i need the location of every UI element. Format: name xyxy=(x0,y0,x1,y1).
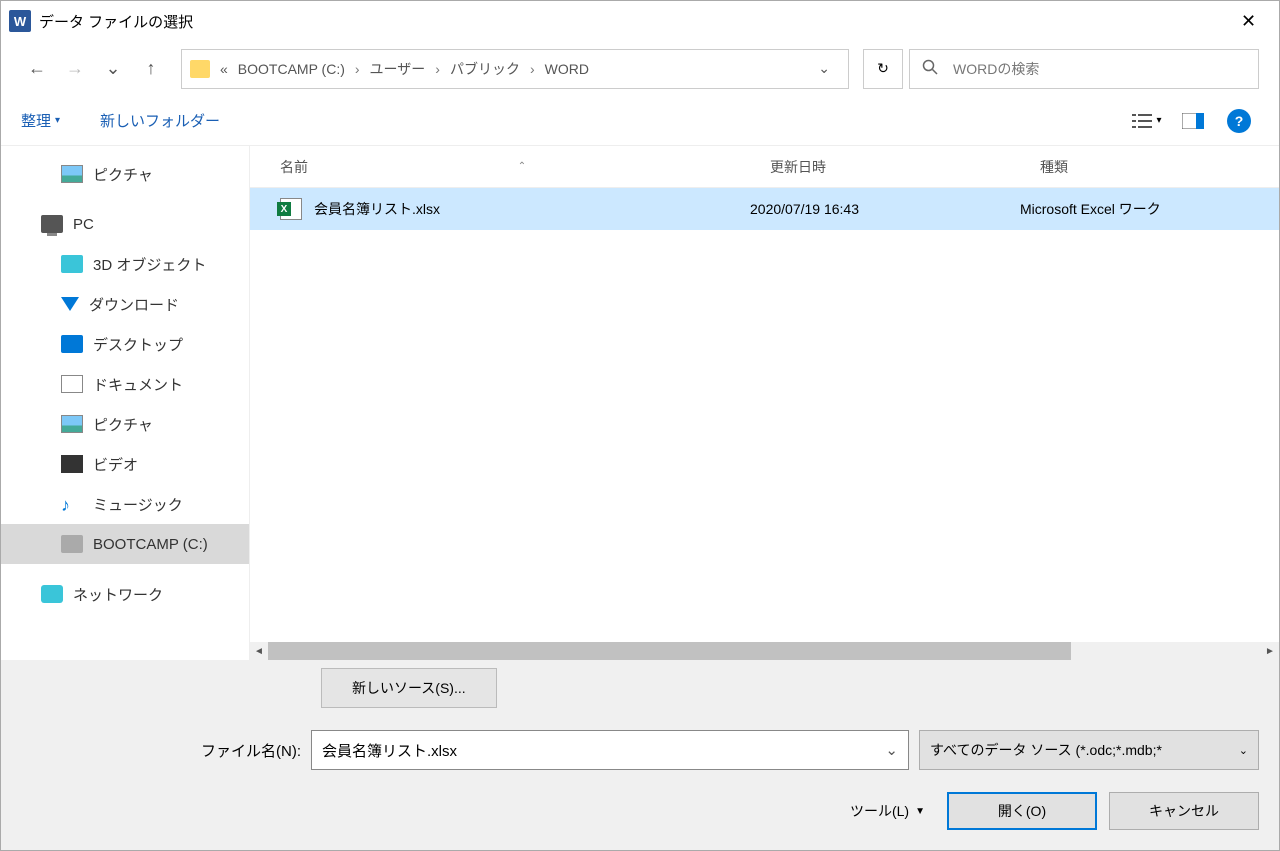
new-folder-button[interactable]: 新しいフォルダー xyxy=(100,110,220,131)
cube-icon xyxy=(61,255,83,273)
breadcrumb-crumb[interactable]: ユーザー xyxy=(370,59,426,79)
search-placeholder: WORDの検索 xyxy=(953,59,1039,79)
drive-icon xyxy=(61,535,83,553)
download-icon xyxy=(61,297,79,311)
main-area: ピクチャ PC 3D オブジェクト ダウンロード デスクトップ ドキュメント ピ… xyxy=(1,146,1279,660)
tools-menu[interactable]: ツール(L)▼ xyxy=(840,801,935,821)
refresh-button[interactable]: ↻ xyxy=(863,49,903,89)
sidebar-item-downloads[interactable]: ダウンロード xyxy=(1,284,249,324)
sidebar-item-pc[interactable]: PC xyxy=(1,204,249,244)
chevron-down-icon: ⌄ xyxy=(1239,744,1248,757)
navbar: ← → ⌄ ↑ « BOOTCAMP (C:) › ユーザー › パブリック ›… xyxy=(1,41,1279,96)
column-header-name[interactable]: 名前⌃ xyxy=(250,157,750,177)
cancel-button[interactable]: キャンセル xyxy=(1109,792,1259,830)
file-list-pane: 名前⌃ 更新日時 種類 会員名簿リスト.xlsx 2020/07/19 16:4… xyxy=(249,146,1279,660)
chevron-down-icon[interactable]: ⌄ xyxy=(885,741,898,759)
sidebar-item-pictures-2[interactable]: ピクチャ xyxy=(1,404,249,444)
video-icon xyxy=(61,455,83,473)
pictures-icon xyxy=(61,165,83,183)
view-options-button[interactable]: ▾ xyxy=(1127,105,1167,137)
pc-icon xyxy=(41,215,63,233)
filename-label: ファイル名(N): xyxy=(201,740,301,761)
file-name: 会員名簿リスト.xlsx xyxy=(314,199,440,219)
file-row[interactable]: 会員名簿リスト.xlsx 2020/07/19 16:43 Microsoft … xyxy=(250,188,1279,230)
pictures-icon xyxy=(61,415,83,433)
column-header-date[interactable]: 更新日時 xyxy=(750,157,1020,177)
organize-menu[interactable]: 整理▾ xyxy=(21,110,60,131)
sidebar-item-pictures[interactable]: ピクチャ xyxy=(1,154,249,194)
file-list[interactable]: 会員名簿リスト.xlsx 2020/07/19 16:43 Microsoft … xyxy=(250,188,1279,642)
folder-icon xyxy=(190,60,210,78)
open-button[interactable]: 開く(O) xyxy=(947,792,1097,830)
help-button[interactable]: ? xyxy=(1219,105,1259,137)
new-source-button[interactable]: 新しいソース(S)... xyxy=(321,668,497,708)
nav-back-button[interactable]: ← xyxy=(21,53,53,85)
breadcrumb-prefix: « xyxy=(220,61,228,77)
nav-up-button[interactable]: ↑ xyxy=(135,53,167,85)
horizontal-scrollbar[interactable]: ◄ ► xyxy=(250,642,1279,660)
music-icon: ♪ xyxy=(61,495,83,513)
sidebar-item-videos[interactable]: ビデオ xyxy=(1,444,249,484)
filename-input[interactable]: 会員名簿リスト.xlsx ⌄ xyxy=(311,730,909,770)
help-icon: ? xyxy=(1227,109,1251,133)
nav-tree[interactable]: ピクチャ PC 3D オブジェクト ダウンロード デスクトップ ドキュメント ピ… xyxy=(1,146,249,660)
file-type: Microsoft Excel ワーク xyxy=(1020,199,1279,219)
breadcrumb-crumb[interactable]: パブリック xyxy=(450,59,520,79)
search-box[interactable]: WORDの検索 xyxy=(909,49,1259,89)
sidebar-item-music[interactable]: ♪ミュージック xyxy=(1,484,249,524)
search-icon xyxy=(922,59,938,78)
file-open-dialog: W データ ファイルの選択 ✕ ← → ⌄ ↑ « BOOTCAMP (C:) … xyxy=(0,0,1280,851)
chevron-right-icon: › xyxy=(435,61,440,77)
document-icon xyxy=(61,375,83,393)
excel-file-icon xyxy=(280,198,302,220)
preview-pane-button[interactable] xyxy=(1173,105,1213,137)
breadcrumb-bar[interactable]: « BOOTCAMP (C:) › ユーザー › パブリック › WORD ⌄ xyxy=(181,49,849,89)
sidebar-item-bootcamp-drive[interactable]: BOOTCAMP (C:) xyxy=(1,524,249,564)
window-title: データ ファイルの選択 xyxy=(39,11,1226,32)
sidebar-item-documents[interactable]: ドキュメント xyxy=(1,364,249,404)
close-button[interactable]: ✕ xyxy=(1226,6,1271,36)
column-header-type[interactable]: 種類 xyxy=(1020,157,1279,177)
nav-forward-button: → xyxy=(59,53,91,85)
titlebar: W データ ファイルの選択 ✕ xyxy=(1,1,1279,41)
sidebar-item-network[interactable]: ネットワーク xyxy=(1,574,249,614)
toolbar: 整理▾ 新しいフォルダー ▾ ? xyxy=(1,96,1279,146)
nav-recent-dropdown[interactable]: ⌄ xyxy=(97,53,129,85)
breadcrumb-crumb[interactable]: BOOTCAMP (C:) xyxy=(238,61,345,77)
chevron-right-icon: › xyxy=(355,61,360,77)
scroll-left-button[interactable]: ◄ xyxy=(250,642,268,660)
breadcrumb-dropdown[interactable]: ⌄ xyxy=(808,60,840,77)
breadcrumb-crumb[interactable]: WORD xyxy=(545,61,589,77)
file-date: 2020/07/19 16:43 xyxy=(750,201,1020,217)
bottom-panel: 新しいソース(S)... ファイル名(N): 会員名簿リスト.xlsx ⌄ すべ… xyxy=(1,660,1279,850)
network-icon xyxy=(41,585,63,603)
sidebar-item-desktop[interactable]: デスクトップ xyxy=(1,324,249,364)
desktop-icon xyxy=(61,335,83,353)
scroll-thumb[interactable] xyxy=(268,642,1071,660)
file-list-header: 名前⌃ 更新日時 種類 xyxy=(250,146,1279,188)
word-app-icon: W xyxy=(9,10,31,32)
scroll-right-button[interactable]: ► xyxy=(1261,642,1279,660)
filetype-select[interactable]: すべてのデータ ソース (*.odc;*.mdb;* ⌄ xyxy=(919,730,1259,770)
chevron-right-icon: › xyxy=(530,61,535,77)
sidebar-item-3d-objects[interactable]: 3D オブジェクト xyxy=(1,244,249,284)
button-row: ツール(L)▼ 開く(O) キャンセル xyxy=(21,792,1259,830)
filename-row: ファイル名(N): 会員名簿リスト.xlsx ⌄ すべてのデータ ソース (*.… xyxy=(21,730,1259,770)
